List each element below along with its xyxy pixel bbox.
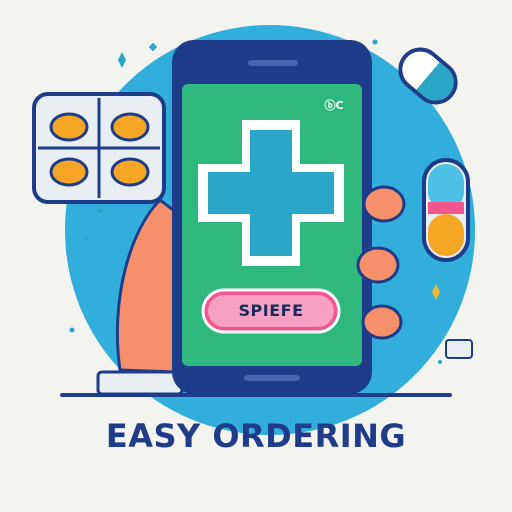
phone-home-bar: [244, 375, 300, 381]
blister-pack-icon: [32, 92, 166, 204]
hand-fingers: [356, 185, 406, 340]
order-button-label[interactable]: SPIEFE: [205, 296, 337, 326]
caption-title: EASY ORDERING: [105, 417, 407, 455]
phone-speaker: [248, 60, 298, 66]
pill-icon: [422, 158, 470, 262]
status-indicator: ⓑC: [324, 99, 344, 112]
tray-icon: [445, 339, 473, 359]
